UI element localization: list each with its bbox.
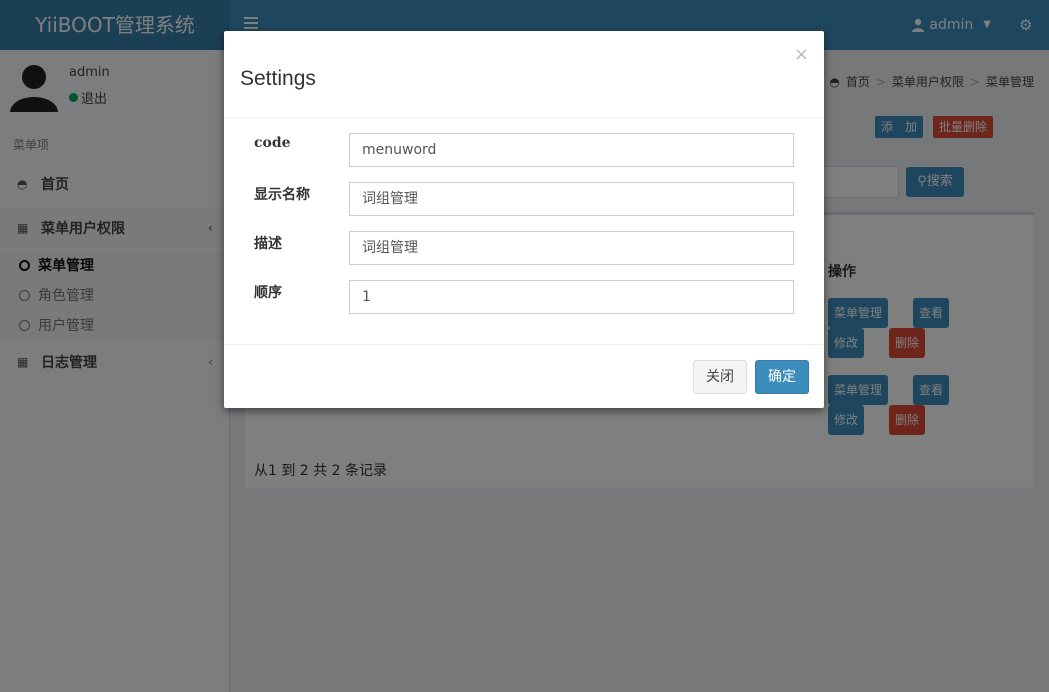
- confirm-button[interactable]: 确定: [755, 360, 809, 394]
- settings-modal: × Settings code menuword 显示名称 词组管理 描述 词组…: [224, 31, 824, 408]
- order-field[interactable]: 1: [349, 280, 794, 314]
- order-label: 顺序: [254, 285, 282, 301]
- close-icon[interactable]: ×: [794, 45, 809, 65]
- modal-title: Settings: [240, 67, 316, 90]
- description-field[interactable]: 词组管理: [349, 231, 794, 265]
- divider: [224, 344, 824, 345]
- close-button[interactable]: 关闭: [693, 360, 747, 394]
- description-label: 描述: [254, 236, 282, 252]
- divider: [224, 117, 824, 118]
- code-label: code: [254, 135, 291, 151]
- display-name-field[interactable]: 词组管理: [349, 182, 794, 216]
- code-field[interactable]: menuword: [349, 133, 794, 167]
- display-name-label: 显示名称: [254, 187, 310, 203]
